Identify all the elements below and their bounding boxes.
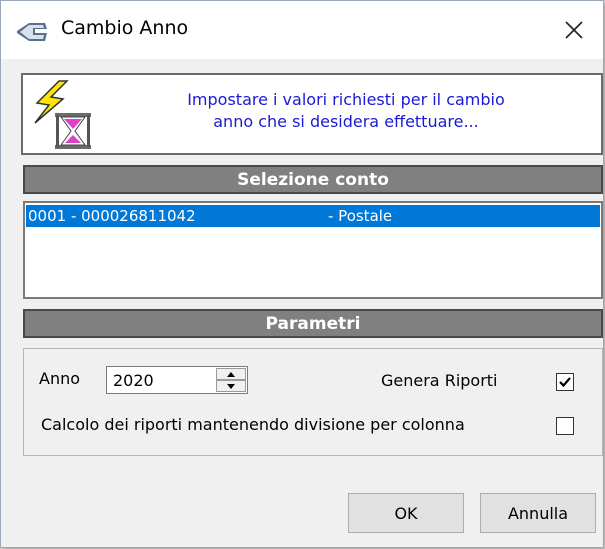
info-message-line1: Impostare i valori richiesti per il camb…: [187, 90, 505, 109]
close-icon: [565, 21, 583, 39]
year-spin-buttons: [216, 368, 246, 392]
title-bar[interactable]: Cambio Anno: [1, 1, 603, 59]
account-section-header: Selezione conto: [23, 165, 603, 194]
params-section-header: Parametri: [23, 309, 603, 338]
info-message: Impostare i valori richiesti per il camb…: [131, 89, 561, 133]
year-spinner[interactable]: 2020: [106, 366, 248, 394]
genera-riporti-label: Genera Riporti: [381, 371, 498, 390]
info-panel: Impostare i valori richiesti per il camb…: [21, 73, 603, 155]
params-group: [23, 348, 603, 456]
info-message-line2: anno che si desidera effettuare...: [213, 112, 479, 131]
dialog-window: Cambio Anno Impostare i valori richiesti…: [0, 0, 604, 548]
lightning-hourglass-icon: [34, 80, 91, 149]
calcolo-label: Calcolo dei riporti mantenendo divisione…: [41, 415, 465, 434]
window-title: Cambio Anno: [61, 17, 189, 39]
list-item[interactable]: 0001 - 000026811042 - Postale: [26, 205, 600, 227]
ok-button[interactable]: OK: [348, 493, 464, 533]
account-type: - Postale: [328, 207, 393, 225]
account-listbox[interactable]: 0001 - 000026811042 - Postale: [23, 201, 603, 299]
checkmark-icon: [559, 377, 571, 388]
app-icon: [17, 23, 47, 41]
arrow-up-icon: [227, 371, 235, 377]
calcolo-checkbox[interactable]: [556, 417, 574, 435]
spin-up-button[interactable]: [216, 368, 246, 380]
year-value[interactable]: 2020: [113, 371, 154, 390]
account-code: 0001 - 000026811042: [28, 207, 196, 225]
cancel-button[interactable]: Annulla: [480, 493, 596, 533]
close-button[interactable]: [545, 1, 603, 59]
genera-riporti-checkbox[interactable]: [556, 373, 574, 391]
arrow-down-icon: [227, 383, 235, 389]
year-label: Anno: [39, 369, 81, 388]
spin-down-button[interactable]: [216, 380, 246, 392]
